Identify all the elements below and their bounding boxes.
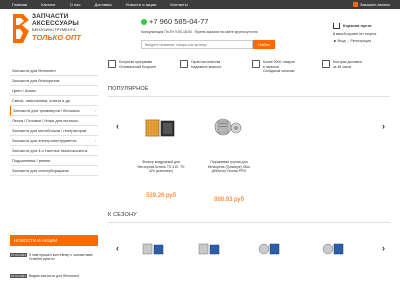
feature-bonus: Бонусная программа Оптимальный бонусинг — [108, 60, 156, 69]
auth-links: ☻ Вход | Регистрация — [333, 39, 371, 43]
nav-news[interactable]: Новости и акции — [126, 0, 157, 9]
news-date: 27.04.2021 — [10, 253, 28, 257]
box-icon — [252, 60, 260, 68]
feature-text: Быстрая доставка за 48 часов — [333, 60, 362, 69]
sidebar-item-label: Запчасти для бензорезов — [12, 78, 60, 83]
sidebar-item-label: Подшипники / ремни — [12, 158, 51, 163]
working-hours: Консультация Пн-Пт 9:00-18:00 . Прием за… — [141, 30, 258, 34]
news-text: К нам пришел контейнер с запчастями! Усп… — [29, 253, 93, 261]
sidebar-item-chains[interactable]: Цепи / Шины — [10, 86, 98, 96]
carousel-next-arrow[interactable]: › — [382, 121, 385, 131]
product-thumb[interactable] — [320, 240, 346, 258]
carousel-next-arrow[interactable]: › — [382, 243, 385, 253]
news-item[interactable]: 27.04.2021 К нам пришел контейнер с запч… — [10, 253, 98, 261]
user-icon: ☻ — [333, 39, 337, 43]
shield-icon — [180, 60, 188, 68]
sidebar-item-cutter-parts[interactable]: Запчасти для бензорезов — [10, 76, 98, 86]
sidebar-item-trimmer-parts[interactable]: Запчасти для триммеров / бензокос › — [10, 106, 98, 116]
feature-delivery: Быстрая доставка за 48 часов — [322, 60, 362, 69]
carousel-prev-arrow[interactable]: ‹ — [116, 121, 119, 131]
feature-text: Гарантия качества Надежные аналоги — [191, 60, 222, 69]
callback-link[interactable]: Заказать звонок — [353, 0, 390, 9]
sidebar-item-bearings[interactable]: Подшипники / ремни — [10, 156, 98, 166]
divider — [108, 96, 390, 97]
divider — [108, 222, 390, 223]
product-thumb[interactable] — [140, 240, 166, 258]
section-popular-title: ПОПУЛЯРНОЕ — [108, 86, 149, 92]
sidebar-item-motoblock-parts[interactable]: Запчасти для мотоблоков / генераторов — [10, 126, 98, 136]
nav-about[interactable]: О нас — [70, 0, 81, 9]
product-name[interactable]: Поршневая группа для бензореза (Тримере)… — [204, 160, 254, 174]
phone-icon — [353, 2, 359, 7]
sidebar-item-plugs[interactable]: Свечи, напильники, ключи и др. — [10, 96, 98, 106]
brand-line1: ЗАПЧАСТИ — [32, 13, 69, 20]
sidebar-item-chainsaw-parts[interactable]: Запчасти для бензопил — [10, 66, 98, 76]
nav-catalog[interactable]: Каталог — [41, 0, 56, 9]
nav-delivery[interactable]: Доставка — [94, 0, 111, 9]
feature-quality: Гарантия качества Надежные аналоги — [180, 60, 221, 69]
news-heading[interactable]: НОВОСТИ И АКЦИИ — [10, 235, 98, 246]
whatsapp-icon — [141, 18, 147, 25]
separator: | — [347, 39, 349, 43]
sidebar-item-electro-parts[interactable]: Запчасти для электроинструмента › — [10, 136, 98, 146]
sidebar-item-label: Запчасти для триммеров / бензокос — [13, 108, 80, 113]
sidebar-item-mower-parts[interactable]: Запчасти для 4-х тактных газонокосилок — [10, 146, 98, 156]
cart-icon[interactable] — [333, 23, 340, 29]
feature-text: Бонусная программа Оптимальный бонусинг — [119, 60, 157, 69]
sidebar-item-line-heads[interactable]: Леска / Головки / Ножи для мотокос — [10, 116, 98, 126]
news-item[interactable]: 07.04.2021 Видим запчасти для бензопил! — [10, 274, 98, 278]
sidebar-item-snowblower-parts[interactable]: Запчасти для снегоуборщиков — [10, 166, 98, 176]
product-price: 539,26 руб — [146, 193, 176, 199]
brand-line3: БЕНЗОИНСТРУМЕНТА — [32, 27, 76, 32]
sidebar-item-label: Запчасти для электроинструмента — [12, 138, 77, 143]
chevron-right-icon: › — [94, 138, 96, 143]
search-input[interactable] — [141, 40, 253, 49]
nav-contacts[interactable]: Контакты — [170, 0, 187, 9]
brand-block: ЗАПЧАСТИ АКСЕССУАРЫ БЕНЗОИНСТРУМЕНТА ТОЛ… — [32, 13, 102, 42]
brand-line2: АКСЕССУАРЫ — [32, 20, 79, 27]
gift-icon — [108, 60, 116, 68]
truck-icon — [322, 60, 330, 68]
product-image-air-filter[interactable] — [144, 118, 176, 140]
sidebar-item-label: Леска / Головки / Ножи для мотокос — [12, 118, 79, 123]
chevron-right-icon: › — [94, 108, 96, 113]
phone-block[interactable]: +7 960 585-04-77 — [141, 17, 208, 26]
sidebar-item-label: Запчасти для мотоблоков / генераторов — [12, 128, 87, 133]
product-image-piston[interactable] — [212, 116, 244, 138]
product-thumb[interactable] — [196, 240, 222, 258]
news-date: 07.04.2021 — [10, 274, 28, 278]
logo-icon[interactable] — [12, 13, 30, 44]
search-button[interactable]: Найти — [253, 40, 275, 49]
sidebar-item-label: Свечи, напильники, ключи и др. — [12, 98, 71, 103]
section-season-title: К СЕЗОНУ — [108, 212, 137, 218]
feature-text: Более 3000 товаров в наличии Складском н… — [263, 60, 295, 73]
nav-home[interactable]: Главная — [12, 0, 27, 9]
category-sidebar: Запчасти для бензопил Запчасти для бензо… — [10, 66, 98, 176]
cart-title[interactable]: Корзина пуста — [343, 23, 371, 28]
carousel-prev-arrow[interactable]: ‹ — [116, 243, 119, 253]
register-link[interactable]: Регистрация — [351, 39, 371, 43]
product-name[interactable]: Фильтр воздушный для бензореза Штиль TS … — [136, 160, 186, 174]
login-link[interactable]: Вход — [338, 39, 346, 43]
sidebar-item-label: Запчасти для снегоуборщиков — [12, 168, 69, 173]
product-price: 898,93 руб — [214, 197, 244, 203]
sidebar-item-label: Запчасти для 4-х тактных газонокосилок — [12, 148, 88, 153]
sidebar-item-label: Запчасти для бензопил — [12, 68, 56, 73]
top-nav: Главная Каталог О нас Доставка Новости и… — [12, 0, 202, 9]
cart-note: В вашей корзине нет покупок — [333, 32, 377, 36]
product-thumb[interactable] — [256, 240, 282, 258]
sidebar-item-label: Цепи / Шины — [12, 88, 36, 93]
phone-number: +7 960 585-04-77 — [149, 17, 209, 26]
feature-stock: Более 3000 товаров в наличии Складском н… — [252, 60, 295, 74]
brand-slogan: ТОЛЬКО ОПТ — [32, 33, 81, 42]
callback-label: Заказать звонок — [360, 2, 390, 7]
news-text: Видим запчасти для бензопил! — [29, 274, 80, 278]
